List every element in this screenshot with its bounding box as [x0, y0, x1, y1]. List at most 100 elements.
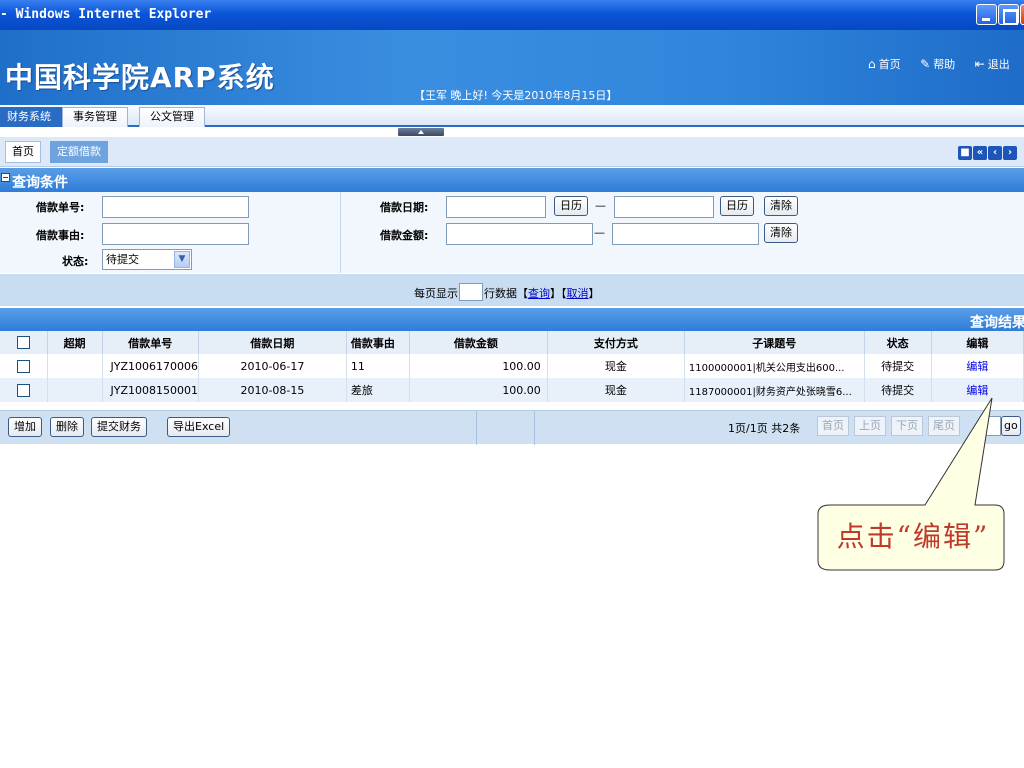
query-section-header[interactable]: 查询条件	[0, 168, 1024, 192]
minimize-button[interactable]	[976, 4, 997, 25]
footer-divider	[476, 411, 477, 445]
status-cell: 待提交	[864, 378, 932, 402]
collapse-icon[interactable]	[1, 173, 10, 182]
tab-close-icon[interactable]: ■	[958, 146, 972, 160]
loan-reason-label: 借款事由:	[36, 229, 85, 242]
edit-link[interactable]: 编辑	[931, 354, 1024, 378]
first-page-button[interactable]: 首页	[817, 416, 849, 436]
tab-prev-icon[interactable]: ‹	[988, 146, 1002, 160]
col-edit[interactable]: 编辑	[931, 331, 1024, 354]
loan-no-label: 借款单号:	[36, 201, 85, 214]
loan-amount-to-input[interactable]	[612, 223, 759, 245]
loan-reason-input[interactable]	[102, 223, 249, 245]
loan-no-cell: JYZ1008150001	[102, 378, 200, 402]
col-pay-method[interactable]: 支付方式	[547, 331, 685, 354]
help-link[interactable]: ✎ 帮助	[920, 57, 963, 71]
clear-date-button[interactable]: 清除	[764, 196, 798, 216]
last-page-button[interactable]: 尾页	[928, 416, 960, 436]
col-loan-no[interactable]: 借款单号	[102, 331, 200, 354]
loan-no-input[interactable]	[102, 196, 249, 218]
next-page-button[interactable]: 下页	[891, 416, 923, 436]
chevron-down-icon[interactable]: ▼	[174, 251, 190, 268]
pay-method-cell: 现金	[547, 354, 685, 378]
logout-link[interactable]: ⇤ 退出	[974, 57, 1018, 71]
footer-divider	[534, 411, 535, 445]
collapse-handle[interactable]	[398, 128, 444, 136]
home-icon: ⌂	[868, 57, 876, 71]
select-all-checkbox[interactable]	[16, 336, 30, 350]
loan-amount-from-input[interactable]	[446, 223, 593, 245]
window-title: - Windows Internet Explorer	[0, 7, 212, 22]
page-size-control: 每页显示 行数据【查询】【取消】	[414, 283, 600, 301]
help-link-label: 帮助	[933, 58, 956, 71]
tab-first-icon[interactable]: «	[973, 146, 987, 160]
page-size-suffix: 行数据【	[484, 287, 528, 300]
overdue-cell	[47, 378, 103, 402]
callout-text: 点击“编辑”	[836, 520, 990, 553]
tab-documents[interactable]: 公文管理	[139, 107, 205, 127]
results-section-title: 查询结果	[970, 315, 1024, 331]
query-link[interactable]: 查询	[528, 287, 550, 300]
delete-button[interactable]: 删除	[50, 417, 84, 437]
tab-finance[interactable]: 财务系统	[0, 107, 62, 127]
col-loan-amount[interactable]: 借款金额	[409, 331, 548, 354]
calendar-from-button[interactable]: 日历	[554, 196, 588, 216]
top-links: ⌂ 首页 ✎ 帮助 ⇤ 退出	[868, 56, 1024, 72]
logout-link-label: 退出	[987, 58, 1010, 71]
date-range-separator: —	[595, 199, 606, 212]
cancel-link[interactable]: 取消	[567, 287, 589, 300]
status-cell: 待提交	[864, 354, 932, 378]
status-label: 状态:	[62, 255, 89, 268]
clear-amount-button[interactable]: 清除	[764, 223, 798, 243]
tab-nav-buttons: ■ «‹ ›	[958, 144, 1018, 160]
subject-no-cell: 1187000001|财务资产处张晓雪6...	[684, 378, 865, 402]
submit-finance-button[interactable]: 提交财务	[91, 417, 147, 437]
logout-icon: ⇤	[974, 57, 985, 71]
table-header-row: 超期 借款单号 借款日期 借款事由 借款金额 支付方式 子课题号 状态 编辑	[0, 331, 1024, 354]
page-size-prefix: 每页显示	[414, 287, 458, 300]
results-section-header: 查询结果	[0, 308, 1024, 331]
edit-link[interactable]: 编辑	[931, 378, 1024, 402]
tab-affairs[interactable]: 事务管理	[62, 107, 128, 127]
paging-end: 】	[588, 287, 600, 300]
row-checkbox[interactable]	[16, 359, 30, 373]
loan-no-cell: JYZ1006170006	[102, 354, 200, 378]
col-subject-no[interactable]: 子课题号	[684, 331, 865, 354]
page-info: 1页/1页 共2条	[728, 422, 801, 435]
col-overdue[interactable]: 超期	[47, 331, 103, 354]
tab-next-icon[interactable]: ›	[1003, 146, 1017, 160]
calendar-to-button[interactable]: 日历	[720, 196, 754, 216]
close-button[interactable]	[1020, 4, 1024, 25]
page-tab-home[interactable]: 首页	[5, 141, 41, 163]
col-loan-reason[interactable]: 借款事由	[346, 331, 410, 354]
loan-date-from-input[interactable]	[446, 196, 546, 218]
table-row[interactable]: JYZ1008150001 2010-08-15 差旅 100.00 现金 11…	[0, 378, 1024, 402]
go-button[interactable]: go	[1001, 416, 1021, 436]
page-tab-quota-loan[interactable]: 定额借款	[50, 141, 108, 163]
col-loan-date[interactable]: 借款日期	[198, 331, 347, 354]
status-select-value: 待提交	[106, 253, 139, 266]
amount-range-separator: —	[594, 226, 605, 239]
row-checkbox[interactable]	[16, 383, 30, 397]
export-excel-button[interactable]: 导出Excel	[167, 417, 231, 437]
add-button[interactable]: 增加	[8, 417, 42, 437]
page-size-input[interactable]	[459, 283, 483, 301]
status-select[interactable]: 待提交 ▼	[102, 249, 192, 270]
paging-mid: 】【	[550, 287, 567, 300]
table-row[interactable]: JYZ1006170006 2010-06-17 11 100.00 现金 11…	[0, 354, 1024, 378]
prev-page-button[interactable]: 上页	[854, 416, 886, 436]
app-logo: 中国科学院ARP系统	[5, 61, 275, 94]
window-titlebar: - Windows Internet Explorer	[0, 0, 1024, 30]
form-divider	[340, 192, 341, 273]
goto-page-input[interactable]	[983, 416, 1001, 436]
col-status[interactable]: 状态	[864, 331, 932, 354]
greeting-text: 【王军 晚上好! 今天是2010年8月15日】	[414, 89, 618, 102]
home-link[interactable]: ⌂ 首页	[868, 57, 909, 71]
row-select-cell	[0, 354, 48, 378]
loan-reason-cell: 差旅	[346, 378, 410, 402]
loan-date-to-input[interactable]	[614, 196, 714, 218]
loan-date-label: 借款日期:	[380, 201, 429, 214]
results-table: 超期 借款单号 借款日期 借款事由 借款金额 支付方式 子课题号 状态 编辑 J…	[0, 331, 1024, 402]
loan-date-cell: 2010-06-17	[198, 354, 347, 378]
maximize-button[interactable]	[998, 4, 1019, 25]
